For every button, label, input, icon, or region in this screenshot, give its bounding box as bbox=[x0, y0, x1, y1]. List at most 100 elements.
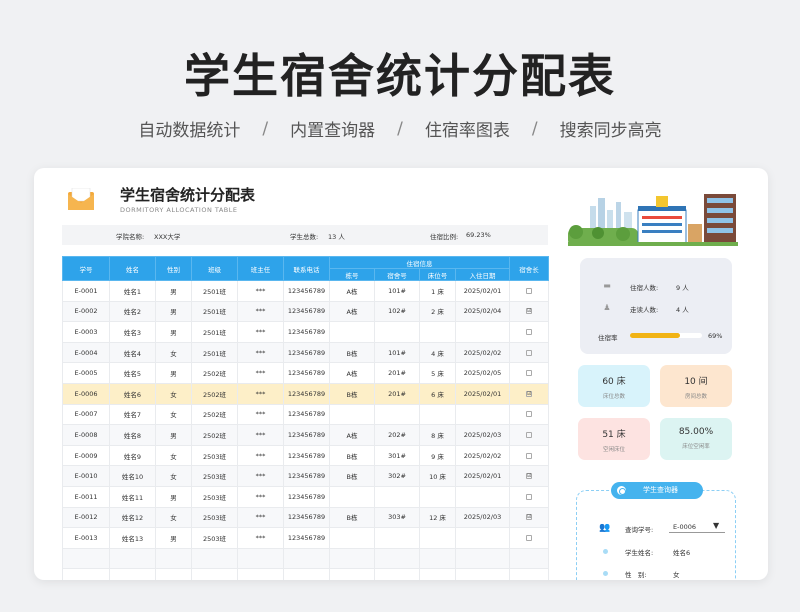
cell-leader[interactable]: ☑ bbox=[509, 465, 549, 487]
cell-name[interactable]: 姓名10 bbox=[109, 465, 156, 487]
cell-class[interactable]: 2503班 bbox=[191, 444, 238, 467]
cell-phone[interactable]: 123456789 bbox=[283, 382, 330, 405]
cell-leader[interactable] bbox=[509, 321, 549, 343]
cell-phone[interactable]: 123456789 bbox=[283, 506, 330, 529]
table-row[interactable]: E-0003 姓名3 男 2501班 *** 123456789 bbox=[62, 321, 549, 343]
cell-room[interactable] bbox=[374, 403, 420, 426]
cell-leader[interactable] bbox=[509, 485, 549, 508]
table-row[interactable]: E-0012 姓名12 女 2503班 *** 123456789 B栋 303# 12 床 20… bbox=[62, 506, 549, 529]
leader-checkbox[interactable]: ☑ bbox=[526, 390, 532, 397]
cell-leader[interactable] bbox=[509, 403, 549, 426]
cell-gender[interactable]: 男 bbox=[155, 527, 192, 549]
cell-building[interactable]: B栋 bbox=[329, 465, 375, 487]
cell-id[interactable]: E-0002 bbox=[62, 300, 110, 323]
col-header-phone[interactable]: 联系电话 bbox=[283, 256, 330, 281]
cell-bed[interactable]: 4 床 bbox=[419, 341, 456, 364]
cell-room[interactable]: 302# bbox=[374, 465, 420, 487]
cell-bed[interactable]: 8 床 bbox=[419, 424, 456, 446]
cell-gender[interactable]: 女 bbox=[155, 382, 192, 405]
cell-id[interactable]: E-0004 bbox=[62, 341, 110, 364]
cell-phone[interactable] bbox=[283, 568, 330, 580]
cell-id[interactable] bbox=[62, 547, 110, 570]
cell-building[interactable]: A栋 bbox=[329, 362, 375, 384]
col-header-leader[interactable]: 宿舍长 bbox=[509, 256, 549, 281]
cell-teacher[interactable]: *** bbox=[237, 465, 284, 487]
cell-gender[interactable]: 男 bbox=[155, 362, 192, 384]
cell-class[interactable]: 2503班 bbox=[191, 465, 238, 487]
cell-teacher[interactable] bbox=[237, 568, 284, 580]
cell-building[interactable] bbox=[329, 547, 375, 570]
cell-room[interactable]: 101# bbox=[374, 280, 420, 302]
cell-gender[interactable] bbox=[155, 547, 192, 570]
cell-teacher[interactable]: *** bbox=[237, 527, 284, 549]
cell-id[interactable]: E-0006 bbox=[62, 382, 110, 405]
cell-name[interactable]: 姓名5 bbox=[109, 362, 156, 384]
cell-date[interactable] bbox=[455, 485, 510, 508]
leader-checkbox[interactable] bbox=[526, 452, 532, 459]
cell-bed[interactable] bbox=[419, 485, 456, 508]
col-header-date[interactable]: 入住日期 bbox=[455, 268, 510, 281]
col-header-building[interactable]: 栋号 bbox=[329, 268, 375, 281]
cell-building[interactable]: A栋 bbox=[329, 300, 375, 323]
cell-room[interactable]: 303# bbox=[374, 506, 420, 529]
cell-leader[interactable] bbox=[509, 424, 549, 446]
cell-leader[interactable] bbox=[509, 527, 549, 549]
cell-class[interactable]: 2503班 bbox=[191, 527, 238, 549]
cell-class[interactable]: 2502班 bbox=[191, 362, 238, 384]
cell-id[interactable]: E-0012 bbox=[62, 506, 110, 529]
cell-phone[interactable]: 123456789 bbox=[283, 362, 330, 384]
cell-leader[interactable] bbox=[509, 568, 549, 580]
table-row[interactable]: E-0002 姓名2 男 2501班 *** 123456789 A栋 102# 2 床 2025… bbox=[62, 300, 549, 323]
cell-teacher[interactable]: *** bbox=[237, 321, 284, 343]
cell-name[interactable] bbox=[109, 568, 156, 580]
table-row[interactable] bbox=[62, 568, 549, 580]
cell-phone[interactable] bbox=[283, 547, 330, 570]
table-row[interactable]: E-0001 姓名1 男 2501班 *** 123456789 A栋 101# 1 床 2025… bbox=[62, 280, 549, 302]
cell-room[interactable] bbox=[374, 485, 420, 508]
leader-checkbox[interactable] bbox=[526, 411, 532, 418]
cell-bed[interactable]: 10 床 bbox=[419, 465, 456, 487]
leader-checkbox[interactable] bbox=[526, 370, 532, 377]
cell-room[interactable]: 301# bbox=[374, 444, 420, 467]
cell-id[interactable]: E-0005 bbox=[62, 362, 110, 384]
cell-name[interactable]: 姓名7 bbox=[109, 403, 156, 426]
cell-class[interactable]: 2502班 bbox=[191, 424, 238, 446]
cell-building[interactable] bbox=[329, 485, 375, 508]
cell-phone[interactable]: 123456789 bbox=[283, 485, 330, 508]
cell-room[interactable]: 201# bbox=[374, 382, 420, 405]
cell-name[interactable]: 姓名13 bbox=[109, 527, 156, 549]
cell-gender[interactable]: 男 bbox=[155, 321, 192, 343]
cell-building[interactable] bbox=[329, 403, 375, 426]
cell-date[interactable]: 2025/02/03 bbox=[455, 506, 510, 529]
cell-date[interactable] bbox=[455, 568, 510, 580]
cell-gender[interactable]: 女 bbox=[155, 465, 192, 487]
table-row[interactable]: E-0008 姓名8 男 2502班 *** 123456789 A栋 202# 8 床 2025… bbox=[62, 424, 549, 446]
cell-id[interactable]: E-0003 bbox=[62, 321, 110, 343]
cell-date[interactable]: 2025/02/02 bbox=[455, 341, 510, 364]
cell-name[interactable]: 姓名9 bbox=[109, 444, 156, 467]
cell-gender[interactable]: 男 bbox=[155, 485, 192, 508]
col-header-id[interactable]: 学号 bbox=[62, 256, 110, 281]
cell-name[interactable]: 姓名2 bbox=[109, 300, 156, 323]
cell-teacher[interactable]: *** bbox=[237, 403, 284, 426]
cell-id[interactable]: E-0013 bbox=[62, 527, 110, 549]
cell-room[interactable] bbox=[374, 547, 420, 570]
cell-id[interactable]: E-0009 bbox=[62, 444, 110, 467]
cell-id[interactable]: E-0011 bbox=[62, 485, 110, 508]
col-header-dorm-info[interactable]: 住宿信息 bbox=[329, 256, 510, 269]
table-row[interactable]: E-0005 姓名5 男 2502班 *** 123456789 A栋 201# 5 床 2025… bbox=[62, 362, 549, 384]
cell-date[interactable]: 2025/02/04 bbox=[455, 300, 510, 323]
cell-date[interactable] bbox=[455, 321, 510, 343]
cell-class[interactable]: 2501班 bbox=[191, 300, 238, 323]
cell-name[interactable]: 姓名4 bbox=[109, 341, 156, 364]
cell-phone[interactable]: 123456789 bbox=[283, 300, 330, 323]
cell-teacher[interactable]: *** bbox=[237, 382, 284, 405]
cell-phone[interactable]: 123456789 bbox=[283, 403, 330, 426]
leader-checkbox[interactable] bbox=[526, 328, 532, 335]
cell-teacher[interactable]: *** bbox=[237, 506, 284, 529]
leader-checkbox[interactable] bbox=[526, 534, 532, 541]
cell-room[interactable] bbox=[374, 527, 420, 549]
cell-gender[interactable]: 女 bbox=[155, 341, 192, 364]
cell-date[interactable]: 2025/02/03 bbox=[455, 424, 510, 446]
leader-checkbox[interactable] bbox=[526, 287, 532, 294]
